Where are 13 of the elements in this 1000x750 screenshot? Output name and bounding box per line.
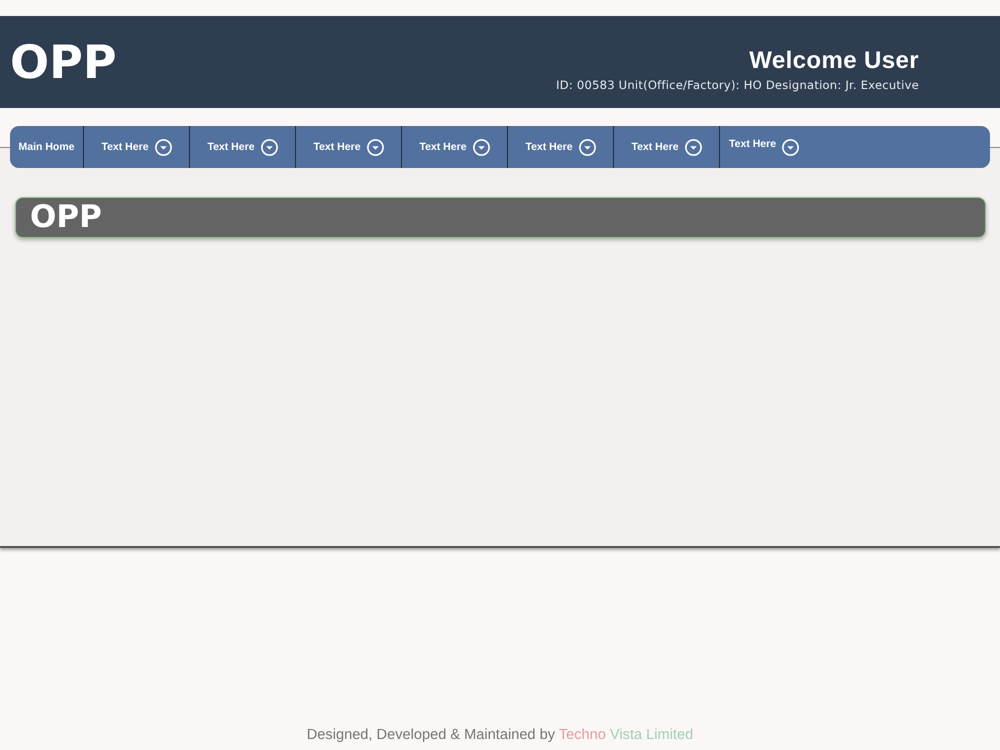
welcome-text: Welcome User xyxy=(749,48,919,74)
panel-title: OPP xyxy=(30,202,102,233)
caret-circle-icon xyxy=(154,138,172,156)
footer-credit: Designed, Developed & Maintained by Techno Vista Limited xyxy=(306,727,694,743)
user-info: ID: 00583 Unit(Office/Factory): HO Designation: Jr. Executive xyxy=(556,78,919,92)
caret-circle-icon xyxy=(472,138,490,156)
app-title: OPP xyxy=(10,39,117,85)
caret-circle-icon xyxy=(684,138,702,156)
caret-circle-icon xyxy=(366,138,384,156)
caret-circle-icon xyxy=(260,138,278,156)
caret-circle-icon xyxy=(782,138,800,156)
caret-circle-icon xyxy=(578,138,596,156)
nav-dropdown[interactable]: Text Here xyxy=(720,126,990,168)
